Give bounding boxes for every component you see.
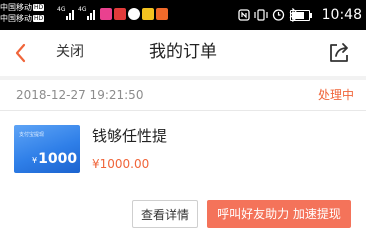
page-title: 我的订单 bbox=[149, 42, 217, 62]
image-amount-value: 1000 bbox=[38, 151, 78, 167]
back-button[interactable] bbox=[10, 38, 40, 68]
order-card: 2018-12-27 19:21:50 处理中 支付宝提现 ¥1000 钱够任性… bbox=[0, 80, 366, 244]
nav-bar: 关闭 我的订单 bbox=[0, 30, 366, 76]
app-icon-orange bbox=[156, 8, 168, 20]
hd-badge: HD bbox=[33, 15, 45, 22]
status-bar: 中国移动 HD 中国移动 HD 4G 4G 10:48 bbox=[0, 0, 366, 30]
network-type-label: 4G bbox=[78, 6, 87, 13]
vibrate-icon bbox=[254, 9, 268, 21]
battery-icon bbox=[290, 10, 312, 21]
network-type-label: 4G bbox=[57, 6, 66, 13]
product-image[interactable]: 支付宝提现 ¥1000 bbox=[14, 125, 80, 173]
app-icon-yellow bbox=[142, 8, 154, 20]
chevron-left-icon bbox=[15, 43, 26, 63]
signal-icon bbox=[66, 8, 76, 20]
close-button[interactable]: 关闭 bbox=[56, 42, 84, 62]
alarm-icon bbox=[272, 9, 285, 21]
clock: 10:48 bbox=[321, 7, 362, 23]
hd-badge: HD bbox=[33, 4, 45, 11]
product-name[interactable]: 钱够任性提 bbox=[92, 126, 167, 146]
share-icon bbox=[330, 43, 348, 62]
app-icon-pink bbox=[100, 8, 112, 20]
share-button[interactable] bbox=[326, 40, 352, 66]
carrier-2-label: 中国移动 bbox=[0, 14, 32, 23]
currency-symbol: ¥ bbox=[32, 156, 38, 165]
product-image-caption: 支付宝提现 bbox=[19, 132, 45, 138]
signal-icon bbox=[87, 8, 97, 20]
order-date: 2018-12-27 19:21:50 bbox=[16, 88, 144, 102]
carrier-1-label: 中国移动 bbox=[0, 3, 32, 12]
call-friends-button[interactable]: 呼叫好友助力 加速提现 bbox=[207, 200, 351, 228]
view-details-button[interactable]: 查看详情 bbox=[132, 200, 198, 228]
app-icon-chat bbox=[128, 8, 140, 20]
status-right: 10:48 bbox=[238, 6, 362, 24]
product-price: ¥1000.00 bbox=[92, 157, 150, 171]
app-icon-red bbox=[114, 8, 126, 20]
carrier-1: 中国移动 HD bbox=[0, 3, 45, 13]
order-status: 处理中 bbox=[317, 88, 354, 102]
divider bbox=[0, 110, 366, 111]
product-image-amount: ¥1000 bbox=[32, 151, 77, 169]
carrier-2: 中国移动 HD bbox=[0, 14, 45, 24]
nfc-icon bbox=[238, 9, 250, 21]
